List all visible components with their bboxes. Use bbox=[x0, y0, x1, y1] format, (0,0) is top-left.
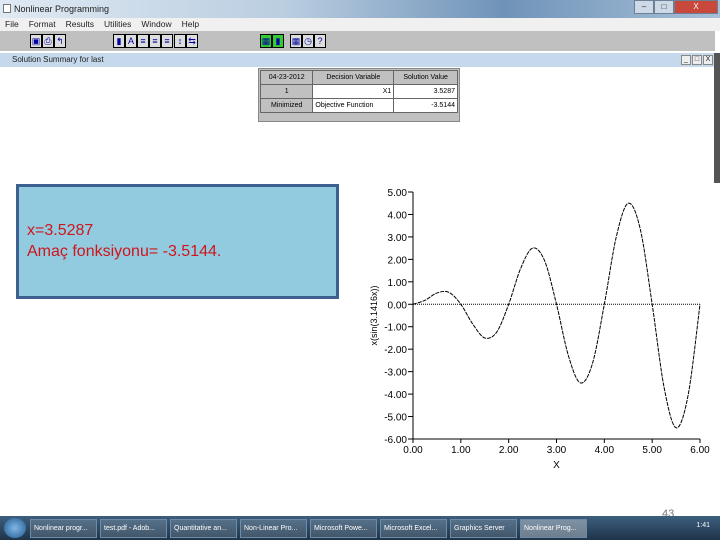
toolbar: ▣ ⎙ ↰ ▮ A ≡ ≡ ≡ ↕ ⇆ ▦ ▮ ▦ ◷? bbox=[0, 31, 715, 52]
menu-bar: File Format Results Utilities Window Hel… bbox=[0, 18, 720, 31]
taskbar-item[interactable]: Quantitative an... bbox=[170, 518, 237, 538]
result-objective: Amaç fonksiyonu= -3.5144. bbox=[27, 243, 222, 260]
child-title-text: Solution Summary for last bbox=[12, 55, 104, 64]
print-icon[interactable]: ⎙ bbox=[42, 34, 54, 48]
result-callout: x=3.5287 Amaç fonksiyonu= -3.5144. bbox=[16, 184, 339, 299]
column-width-icon[interactable]: ⇆ bbox=[186, 34, 198, 48]
variable-cell[interactable]: Objective Function bbox=[312, 98, 395, 113]
system-tray-clock[interactable]: 1:41 bbox=[696, 522, 710, 529]
close-button[interactable]: X bbox=[674, 0, 718, 14]
menu-results[interactable]: Results bbox=[66, 18, 94, 31]
y-tick-label: 4.00 bbox=[388, 210, 408, 221]
child-window-title: Solution Summary for last _ □ X bbox=[0, 53, 715, 67]
y-tick-label: -1.00 bbox=[384, 323, 407, 334]
child-close-button[interactable]: X bbox=[703, 55, 713, 65]
x-tick-label: 2.00 bbox=[499, 445, 519, 456]
function-curve bbox=[412, 202, 701, 429]
menu-format[interactable]: Format bbox=[29, 18, 56, 31]
menu-file[interactable]: File bbox=[5, 18, 19, 31]
value-cell[interactable]: -3.5144 bbox=[393, 98, 458, 113]
header-date: 04-23-2012 bbox=[259, 70, 314, 85]
x-tick-label: 1.00 bbox=[451, 445, 471, 456]
app-icon bbox=[3, 4, 11, 13]
child-maximize-button[interactable]: □ bbox=[692, 55, 702, 65]
y-tick-label: 0.00 bbox=[388, 300, 408, 311]
value-cell[interactable]: 3.5287 bbox=[393, 84, 458, 99]
taskbar: Nonlinear progr... test.pdf - Adob... Quan… bbox=[0, 516, 720, 540]
y-tick-label: 1.00 bbox=[388, 278, 408, 289]
y-tick-label: 5.00 bbox=[388, 188, 408, 199]
header-solution-value: Solution Value bbox=[393, 70, 458, 85]
title-bar: Nonlinear Programming – □ X bbox=[0, 0, 720, 18]
window-title: Nonlinear Programming bbox=[14, 4, 110, 14]
exit-icon[interactable]: ↰ bbox=[54, 34, 66, 48]
row-label: 1 bbox=[259, 84, 314, 99]
table-row: Minimized Objective Function -3.5144 bbox=[259, 98, 458, 113]
function-chart: 5.00 4.00 3.00 2.00 1.00 0.00 -1.00 -2.00 -3.00 -… bbox=[369, 188, 710, 471]
child-minimize-button[interactable]: _ bbox=[681, 55, 691, 65]
align-right-icon[interactable]: ≡ bbox=[161, 34, 173, 48]
taskbar-item[interactable]: Nonlinear Prog... bbox=[520, 518, 587, 538]
save-icon[interactable]: ▣ bbox=[30, 34, 42, 48]
calculator-icon[interactable]: ▦ bbox=[290, 34, 302, 48]
header-decision-variable: Decision Variable bbox=[312, 70, 395, 85]
y-tick-label: 3.00 bbox=[388, 233, 408, 244]
grid-icon[interactable]: ▦ bbox=[260, 34, 272, 48]
y-tick-label: -5.00 bbox=[384, 413, 407, 424]
menu-utilities[interactable]: Utilities bbox=[104, 18, 131, 31]
y-axis-label: x(sin(3.1416x)) bbox=[369, 285, 379, 345]
x-tick-label: 3.00 bbox=[547, 445, 567, 456]
x-axis-label: X bbox=[553, 460, 560, 471]
font-icon[interactable]: A bbox=[125, 34, 137, 48]
maximize-button[interactable]: □ bbox=[654, 0, 674, 14]
row-height-icon[interactable]: ↕ bbox=[174, 34, 186, 48]
start-button[interactable] bbox=[4, 518, 26, 538]
x-tick-label: 6.00 bbox=[690, 445, 710, 456]
help-icon[interactable]: ? bbox=[314, 34, 326, 48]
taskbar-item[interactable]: Graphics Server bbox=[450, 518, 517, 538]
row-label: Minimized bbox=[259, 98, 314, 113]
taskbar-item[interactable]: Nonlinear progr... bbox=[30, 518, 97, 538]
y-tick-label: -3.00 bbox=[384, 368, 407, 379]
taskbar-item[interactable]: Microsoft Powe... bbox=[310, 518, 377, 538]
result-x: x=3.5287 bbox=[27, 222, 94, 239]
variable-cell[interactable]: X1 bbox=[312, 84, 395, 99]
taskbar-item[interactable]: Microsoft Excel... bbox=[380, 518, 447, 538]
taskbar-item[interactable]: Non-Linear Pro... bbox=[240, 518, 307, 538]
minimize-button[interactable]: – bbox=[634, 0, 654, 14]
y-tick-label: 2.00 bbox=[388, 255, 408, 266]
y-tick-label: -2.00 bbox=[384, 345, 407, 356]
y-tick-label: -4.00 bbox=[384, 390, 407, 401]
menu-help[interactable]: Help bbox=[182, 18, 199, 31]
table-row: 1 X1 3.5287 bbox=[259, 84, 458, 99]
scrollbar[interactable] bbox=[714, 53, 720, 183]
align-left-icon[interactable]: ≡ bbox=[137, 34, 149, 48]
menu-window[interactable]: Window bbox=[141, 18, 171, 31]
taskbar-item[interactable]: test.pdf - Adob... bbox=[100, 518, 167, 538]
x-tick-label: 0.00 bbox=[403, 445, 423, 456]
bar-chart-icon[interactable]: ▮ bbox=[113, 34, 125, 48]
x-tick-label: 4.00 bbox=[595, 445, 615, 456]
graph-icon[interactable]: ▮ bbox=[272, 34, 284, 48]
solution-table: 04-23-2012 Decision Variable Solution Va… bbox=[258, 68, 460, 122]
x-tick-label: 5.00 bbox=[642, 445, 662, 456]
clock-icon[interactable]: ◷ bbox=[302, 34, 314, 48]
align-center-icon[interactable]: ≡ bbox=[149, 34, 161, 48]
